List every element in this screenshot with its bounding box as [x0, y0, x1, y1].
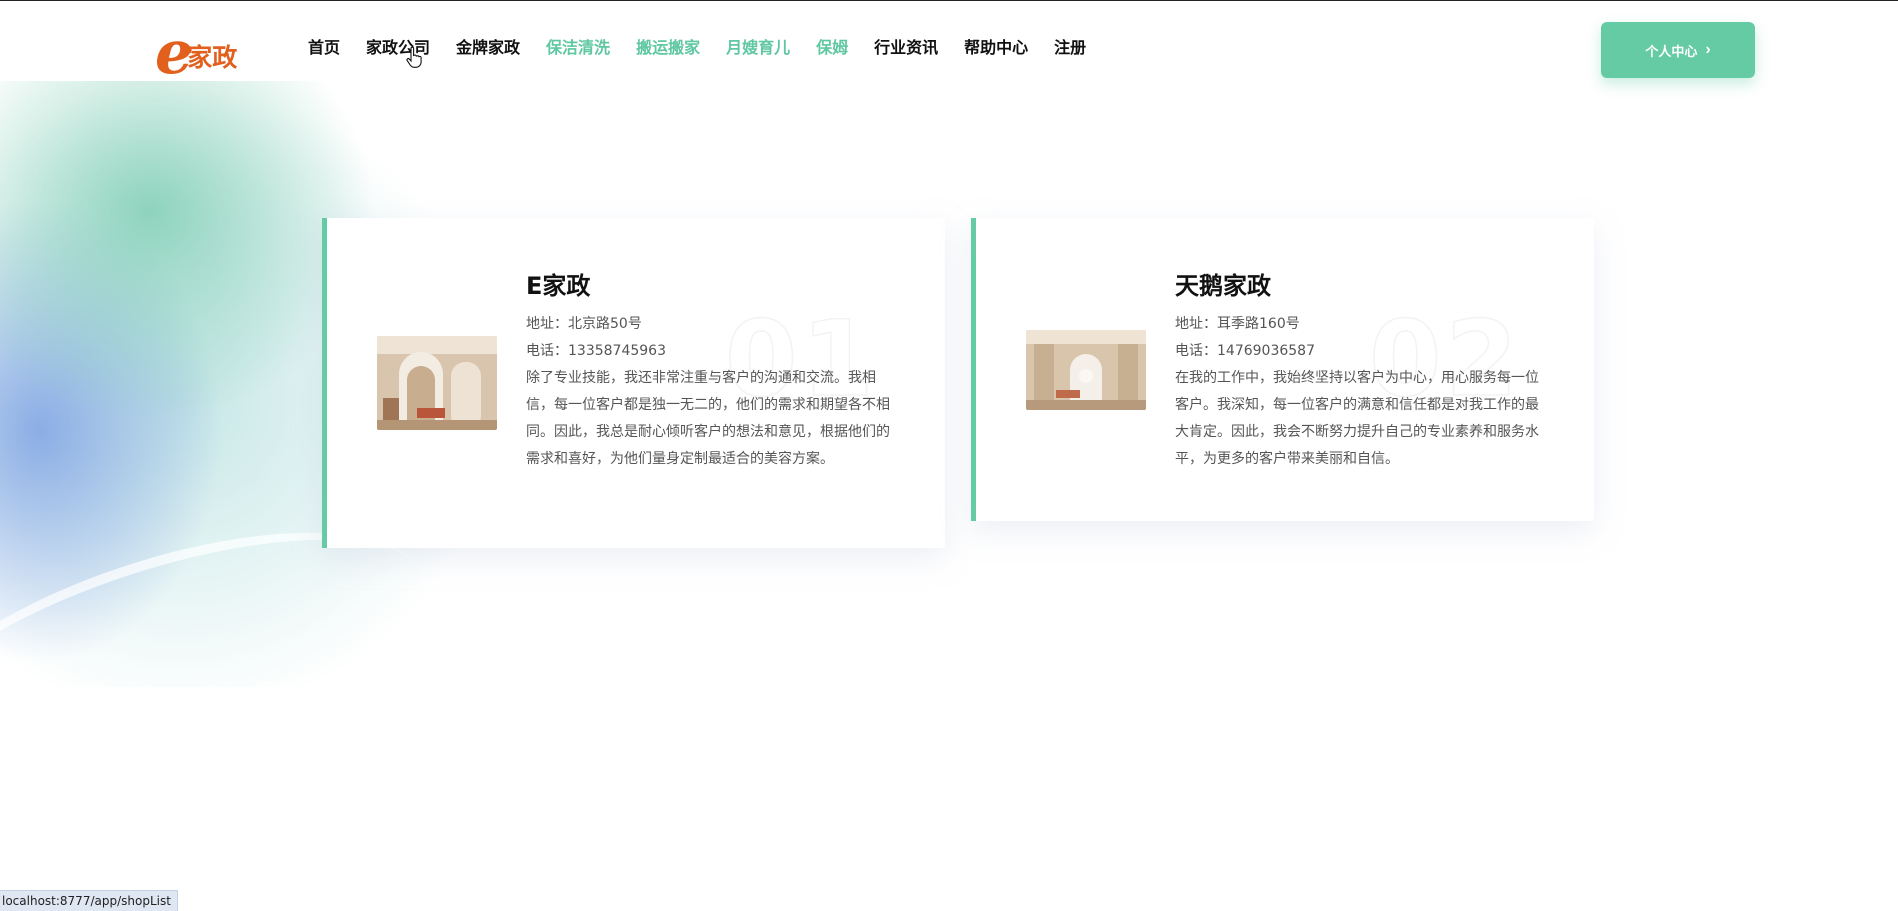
company-image — [377, 336, 497, 430]
company-image — [1026, 330, 1146, 410]
nav-item-home[interactable]: 首页 — [308, 37, 340, 59]
company-phone: 电话：14769036587 — [1175, 343, 1315, 359]
personal-center-button[interactable]: 个人中心 › — [1601, 22, 1755, 78]
company-card[interactable]: 01 E家政 地址：北京路50号 电话：13358745963 除了专业技能，我… — [322, 218, 945, 548]
logo-letter: e — [155, 18, 193, 88]
status-bar-url: localhost:8777/app/shopList — [0, 890, 178, 911]
chevron-right-icon: › — [1705, 41, 1711, 58]
company-address: 地址：北京路50号 — [526, 316, 642, 332]
company-address: 地址：耳季路160号 — [1175, 316, 1300, 332]
nav-item-nanny[interactable]: 保姆 — [816, 37, 848, 59]
company-name[interactable]: 天鹅家政 — [1175, 270, 1545, 302]
company-description: 除了专业技能，我还非常注重与客户的沟通和交流。我相信，每一位客户都是独一无二的，… — [526, 370, 890, 467]
nav-item-gold-housekeeping[interactable]: 金牌家政 — [456, 37, 520, 59]
card-body: 天鹅家政 地址：耳季路160号 电话：14769036587 在我的工作中，我始… — [1175, 270, 1545, 473]
company-name[interactable]: E家政 — [526, 270, 896, 302]
main-nav: 首页 家政公司 金牌家政 保洁清洗 搬运搬家 月嫂育儿 保姆 行业资讯 帮助中心… — [308, 37, 1112, 59]
site-header: e 家政 首页 家政公司 金牌家政 保洁清洗 搬运搬家 月嫂育儿 保姆 行业资讯… — [0, 1, 1898, 88]
company-phone: 电话：13358745963 — [526, 343, 666, 359]
nav-item-cleaning[interactable]: 保洁清洗 — [546, 37, 610, 59]
personal-center-label: 个人中心 — [1645, 43, 1698, 59]
site-logo[interactable]: e 家政 — [155, 18, 255, 88]
card-body: E家政 地址：北京路50号 电话：13358745963 除了专业技能，我还非常… — [526, 270, 896, 473]
nav-item-help-center[interactable]: 帮助中心 — [964, 37, 1028, 59]
nav-item-register[interactable]: 注册 — [1054, 37, 1086, 59]
nav-item-postnatal-care[interactable]: 月嫂育儿 — [726, 37, 790, 59]
logo-text: 家政 — [187, 43, 238, 72]
company-card[interactable]: 02 天鹅家政 地址：耳季路160号 电话：14769036587 在我的工作中… — [971, 218, 1594, 521]
hand-cursor-icon — [406, 47, 422, 68]
nav-item-moving[interactable]: 搬运搬家 — [636, 37, 700, 59]
company-description: 在我的工作中，我始终坚持以客户为中心，用心服务每一位客户。我深知，每一位客户的满… — [1175, 370, 1539, 467]
nav-item-industry-news[interactable]: 行业资讯 — [874, 37, 938, 59]
